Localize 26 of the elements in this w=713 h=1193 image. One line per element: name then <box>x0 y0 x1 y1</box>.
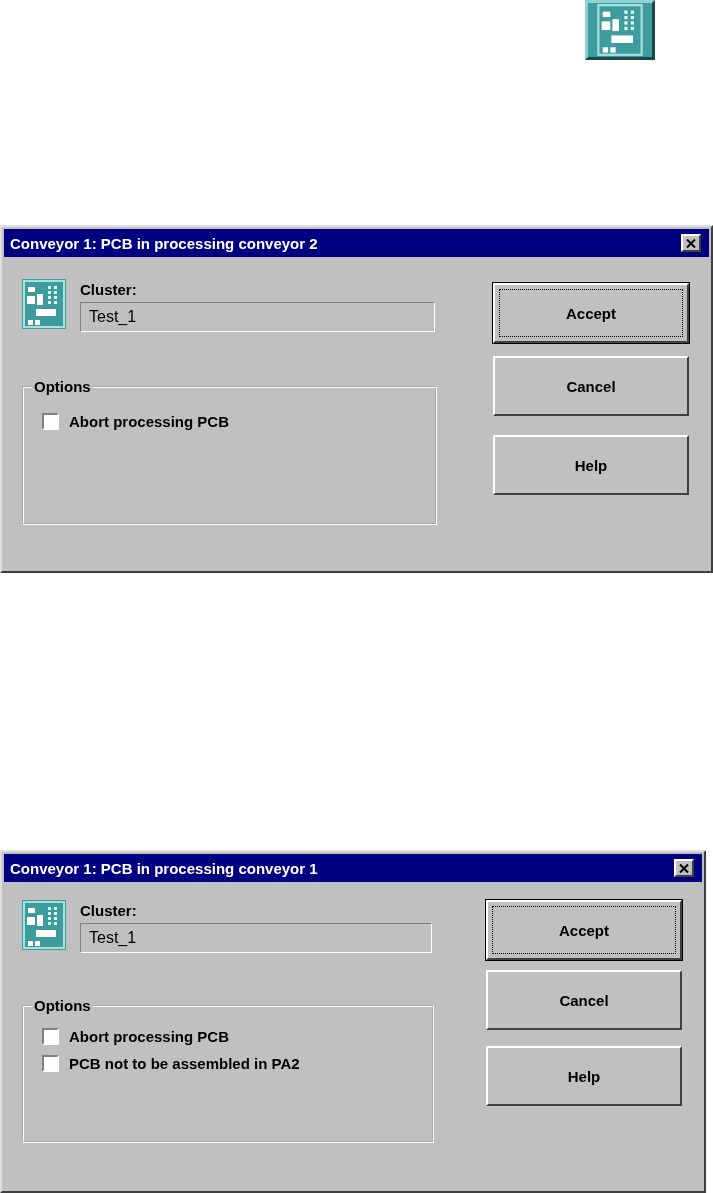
dialog-button[interactable]: Accept <box>486 900 682 960</box>
close-icon <box>679 863 689 873</box>
checkbox[interactable] <box>42 1055 59 1072</box>
close-icon <box>686 238 696 248</box>
dialog-button[interactable]: Accept <box>493 283 689 343</box>
close-button[interactable] <box>681 234 701 252</box>
group-label: Options <box>33 378 92 395</box>
window-title: Conveyor 1: PCB in processing conveyor 1 <box>10 859 318 877</box>
field-label: Cluster: <box>80 902 138 919</box>
pcb-icon <box>22 279 66 329</box>
dialog-button[interactable]: Help <box>486 1046 682 1106</box>
pcb-icon <box>22 900 66 950</box>
checkbox-label: PCB not to be assembled in PA2 <box>69 1055 300 1072</box>
window-title: Conveyor 1: PCB in processing conveyor 2 <box>10 234 318 252</box>
checkbox-label: Abort processing PCB <box>69 1028 230 1045</box>
input-field[interactable]: Test_1 <box>80 302 435 332</box>
dialog-button[interactable]: Cancel <box>493 356 689 416</box>
group-label: Options <box>33 997 92 1014</box>
dialog-button[interactable]: Cancel <box>486 970 682 1030</box>
dialog-button[interactable]: Help <box>493 435 689 495</box>
checkbox[interactable] <box>42 1028 59 1045</box>
input-field[interactable]: Test_1 <box>80 923 432 953</box>
checkbox[interactable] <box>42 413 59 430</box>
field-label: Cluster: <box>80 281 138 298</box>
close-button[interactable] <box>674 859 694 877</box>
checkbox-label: Abort processing PCB <box>69 413 230 430</box>
